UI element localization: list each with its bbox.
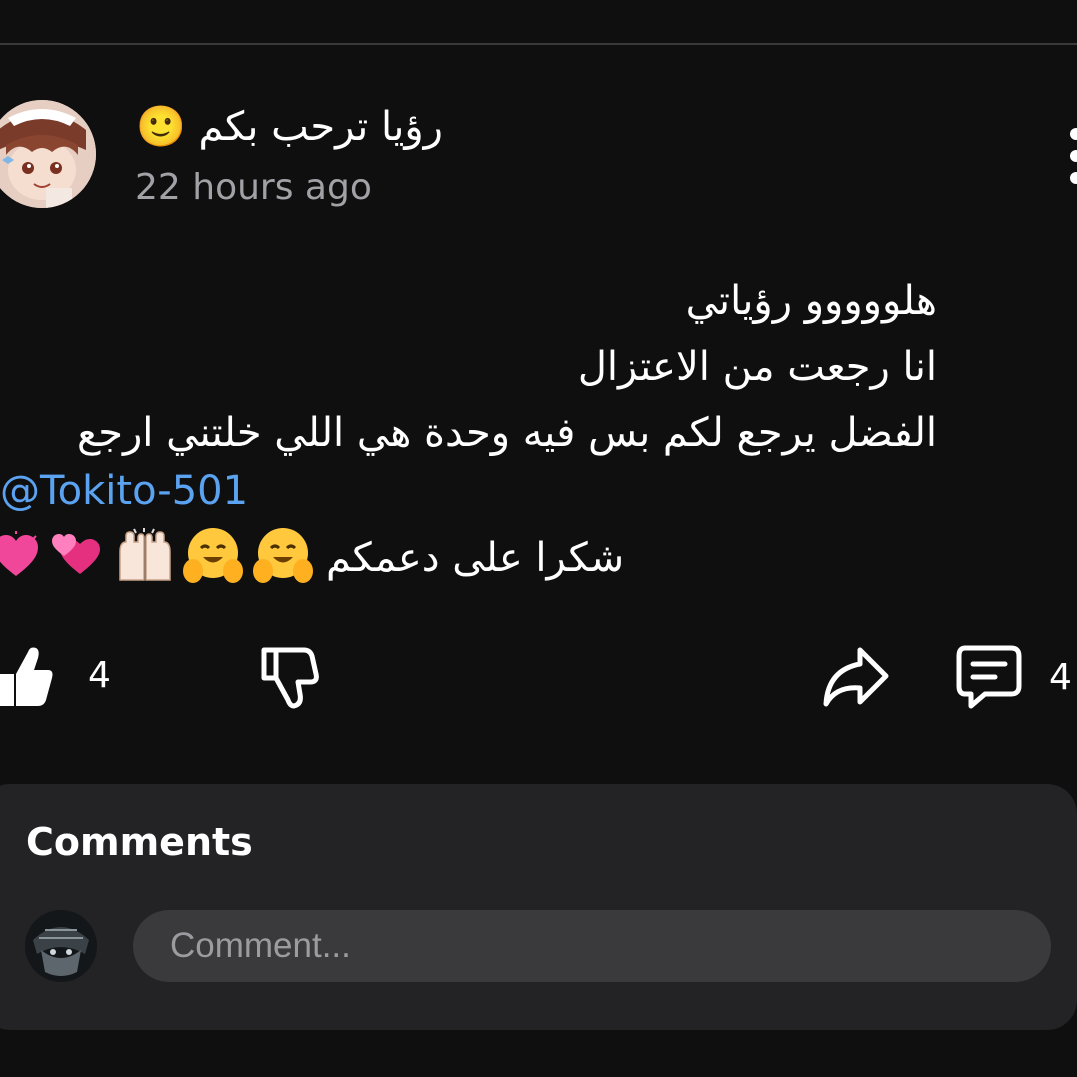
- author-name[interactable]: 🙂 رؤيا ترحب بكم: [136, 101, 443, 153]
- hugging-face-emoji-icon: [182, 526, 244, 590]
- thanks-line: شكرا على دعمكم: [0, 525, 624, 591]
- raised-hands-emoji-icon: [114, 528, 174, 588]
- thumbs-up-icon: [0, 647, 53, 706]
- more-options-button[interactable]: [1064, 126, 1077, 186]
- comment-bubble-icon: [956, 645, 1022, 709]
- pink-heart-emoji-icon: [0, 530, 42, 586]
- vertical-dots-icon: [1070, 128, 1077, 184]
- top-divider: [0, 43, 1077, 45]
- dislike-button[interactable]: [258, 644, 320, 710]
- post-timestamp: 22 hours ago: [135, 167, 372, 208]
- like-button[interactable]: 4: [0, 640, 111, 710]
- smile-emoji-icon: 🙂: [136, 104, 186, 150]
- two-hearts-emoji-icon: [50, 530, 106, 586]
- post-line-3: الفضل يرجع لكم بس فيه وحدة هي اللي خلتني…: [76, 410, 937, 456]
- author-avatar[interactable]: [0, 100, 96, 208]
- like-count: 4: [88, 654, 111, 696]
- post-line-1: هلووووو رؤياتي: [685, 278, 937, 324]
- post-screen: 🙂 رؤيا ترحب بكم 22 hours ago هلووووو رؤي…: [0, 0, 1077, 1077]
- share-arrow-icon: [823, 647, 889, 707]
- comments-title: Comments: [26, 820, 253, 864]
- author-name-text: رؤيا ترحب بكم: [198, 104, 443, 150]
- commenter-avatar[interactable]: [25, 910, 97, 982]
- comment-count: 4: [1049, 656, 1072, 698]
- thumbs-down-icon: [261, 647, 319, 709]
- share-button[interactable]: [822, 646, 890, 708]
- anime-character-avatar-icon: [0, 100, 96, 208]
- thanks-text: شكرا على دعمكم: [326, 535, 625, 581]
- dark-anime-avatar-icon: [25, 910, 97, 982]
- post-body: هلووووو رؤياتي انا رجعت من الاعتزال الفض…: [0, 268, 937, 466]
- comment-button[interactable]: 4: [955, 644, 1072, 710]
- post-line-2: انا رجعت من الاعتزال: [577, 344, 937, 390]
- comment-input[interactable]: [133, 910, 1051, 982]
- mention-link[interactable]: @Tokito-501: [0, 461, 248, 521]
- hugging-face-emoji-icon: [252, 526, 314, 590]
